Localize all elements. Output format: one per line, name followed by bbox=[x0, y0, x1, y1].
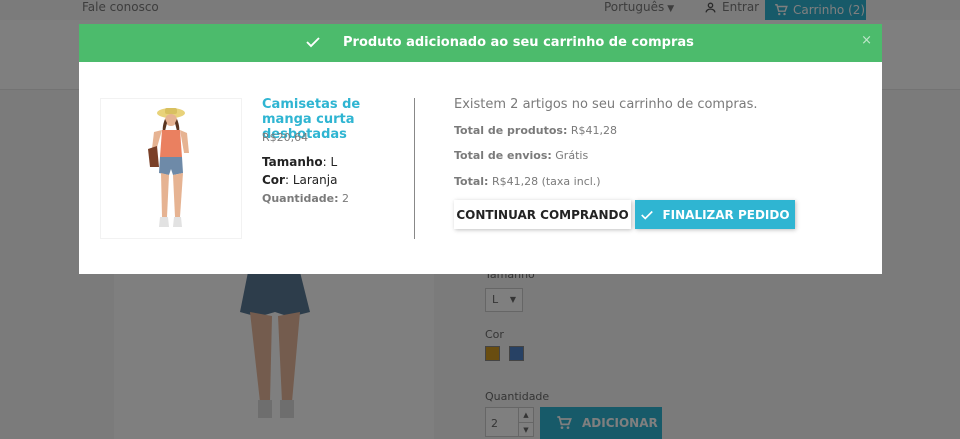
checkout-label: FINALIZAR PEDIDO bbox=[662, 207, 790, 222]
cart-total-products: Total de produtos: R$41,28 bbox=[454, 124, 617, 137]
product-size: Tamanho: L bbox=[262, 155, 338, 169]
product-color-label: Cor bbox=[262, 173, 285, 187]
total-label: Total: bbox=[454, 175, 489, 188]
product-quantity-value: 2 bbox=[342, 192, 349, 205]
product-price: R$20,64 bbox=[262, 131, 309, 144]
shipping-value: Grátis bbox=[555, 149, 589, 162]
modal-header: Produto adicionado ao seu carrinho de co… bbox=[79, 24, 882, 62]
product-color: Cor: Laranja bbox=[262, 173, 338, 187]
total-value: R$41,28 (taxa incl.) bbox=[491, 175, 601, 188]
product-size-value: L bbox=[330, 155, 338, 169]
total-products-label: Total de produtos: bbox=[454, 124, 568, 137]
product-color-value: Laranja bbox=[292, 173, 338, 187]
shipping-label: Total de envios: bbox=[454, 149, 552, 162]
product-quantity: Quantidade: 2 bbox=[262, 192, 349, 205]
product-size-label: Tamanho bbox=[262, 155, 323, 169]
modal-divider bbox=[414, 98, 415, 239]
total-products-value: R$41,28 bbox=[570, 124, 618, 137]
model-image bbox=[148, 108, 189, 227]
continue-shopping-button[interactable]: CONTINUAR COMPRANDO bbox=[454, 200, 631, 229]
modal-title: Produto adicionado ao seu carrinho de co… bbox=[343, 35, 694, 50]
checkout-button[interactable]: FINALIZAR PEDIDO bbox=[635, 200, 795, 229]
close-icon[interactable]: × bbox=[861, 33, 872, 48]
check-icon bbox=[306, 37, 320, 48]
product-thumbnail bbox=[100, 98, 242, 239]
cart-modal: Produto adicionado ao seu carrinho de co… bbox=[79, 24, 882, 274]
cart-item-count: Existem 2 artigos no seu carrinho de com… bbox=[454, 97, 758, 112]
cart-total: Total: R$41,28 (taxa incl.) bbox=[454, 175, 601, 188]
product-quantity-label: Quantidade: bbox=[262, 192, 339, 205]
check-icon bbox=[641, 210, 654, 220]
cart-shipping: Total de envios: Grátis bbox=[454, 149, 588, 162]
